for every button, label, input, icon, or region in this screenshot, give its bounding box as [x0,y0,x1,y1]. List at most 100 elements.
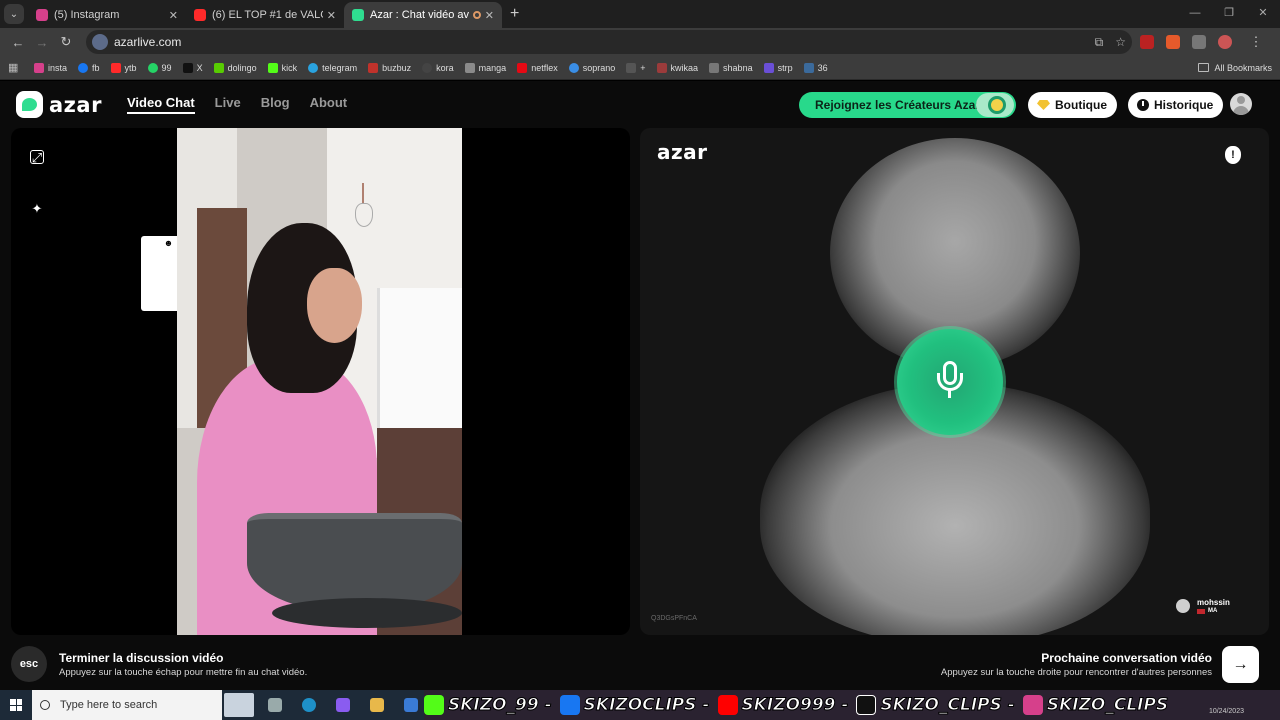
peer-country: MA [1197,608,1230,614]
join-creators-button[interactable]: Rejoignez les Créateurs Azar [799,92,1016,118]
taskbar-search[interactable]: Type here to search [32,690,254,720]
search-icon [40,700,50,710]
install-app-icon[interactable]: ⧉ [1095,35,1104,50]
logo-text: azar [49,92,102,117]
bookmark-item[interactable]: shabna [709,62,753,73]
address-bar[interactable]: azarlive.com ⧉ ☆ [86,30,1132,54]
bookmark-favicon-icon [267,62,278,73]
bookmark-item[interactable]: ytb [110,62,137,73]
bookmark-item[interactable]: netflex [517,62,558,73]
bookmark-item[interactable]: soprano [568,62,615,73]
edge-icon[interactable] [302,698,316,712]
bookmark-favicon-icon [78,62,89,73]
expand-icon[interactable]: ⤢ [30,150,44,165]
close-tab-icon[interactable]: ✕ [169,9,178,22]
extension-icon[interactable] [1140,35,1154,49]
tab-instagram[interactable]: (5) Instagram ✕ [28,2,186,28]
close-tab-icon[interactable]: ✕ [327,9,336,22]
nav-video-chat[interactable]: Video Chat [127,95,195,114]
bookmark-favicon-icon [803,62,814,73]
creators-badge-icon [976,93,1014,117]
close-tab-icon[interactable]: ✕ [485,9,494,22]
url-text: azarlive.com [114,35,182,49]
reload-button[interactable]: ↻ [54,34,78,50]
search-highlight-image [224,693,254,717]
esc-key-button[interactable]: esc [11,646,47,682]
kick-icon [424,695,444,715]
bookmark-item[interactable]: telegram [308,62,357,73]
report-icon[interactable]: ! [1225,146,1241,164]
facebook-icon [559,695,580,715]
shop-button[interactable]: Boutique [1028,92,1117,118]
nav-about[interactable]: About [310,95,348,114]
task-view-icon[interactable] [268,698,282,712]
bookmark-item[interactable]: buzbuz [368,62,411,73]
instagram-icon [1022,695,1043,715]
new-tab-button[interactable]: + [510,5,519,23]
shop-label: Boutique [1055,98,1107,112]
file-explorer-icon[interactable] [370,698,384,712]
bookmark-favicon-icon [464,62,475,73]
nav-live[interactable]: Live [215,95,241,114]
store-icon[interactable] [404,698,418,712]
end-chat-hint: Appuyez sur la touche échap pour mettre … [59,667,308,678]
bookmark-item[interactable]: manga [464,62,506,73]
user-avatar[interactable] [1230,93,1252,115]
instagram-handle: SKIZO_CLIPS [1022,695,1169,716]
bookmark-item[interactable]: kick [267,62,297,73]
history-button[interactable]: Historique [1128,92,1224,118]
copilot-icon[interactable] [336,698,350,712]
bookmark-item[interactable]: kwikaa [656,62,698,73]
back-button[interactable]: ← [6,35,30,50]
tab-title: (6) EL TOP #1 de VALORANT in [212,9,323,21]
tiktok-handle: SKIZO_CLIPS - [856,695,1015,716]
puzzle-icon[interactable] [1192,35,1206,49]
nav-blog[interactable]: Blog [261,95,290,114]
extension-icon[interactable] [1166,35,1180,49]
azar-logo[interactable]: azar [16,91,102,118]
bookmarks-bar: ▦ insta fb ytb 99 X dolingo kick telegra… [0,56,1280,80]
menu-icon[interactable]: ⋮ [1244,34,1268,50]
apps-grid-icon[interactable]: ▦ [8,62,20,74]
restore-button[interactable]: ❐ [1212,0,1246,26]
all-bookmarks-button[interactable]: All Bookmarks [1198,63,1272,73]
bookmark-item[interactable]: fb [78,62,100,73]
bookmark-item[interactable]: 99 [147,62,172,73]
close-window-button[interactable]: ✕ [1246,0,1280,26]
sparkle-effects-icon[interactable]: ✦ [30,202,44,216]
bookmark-favicon-icon [626,62,637,73]
peer-info[interactable]: mohssin MA [1176,598,1230,614]
site-info-icon[interactable] [92,34,108,50]
bookmark-item[interactable]: kora [422,62,454,73]
bookmark-item[interactable]: X [182,62,203,73]
bookmark-item[interactable]: dolingo [213,62,257,73]
facebook-handle: SKIZOCLIPS - [559,695,710,716]
bookmark-item[interactable]: insta [34,62,67,73]
bookmark-star-icon[interactable]: ☆ [1115,35,1126,50]
forward-button[interactable]: → [30,35,54,50]
peer-name: mohssin [1197,598,1230,607]
tab-title: Azar : Chat vidéo avec de n [370,9,469,21]
windows-logo-icon [10,699,22,711]
tab-youtube[interactable]: (6) EL TOP #1 de VALORANT in ✕ [186,2,344,28]
bookmark-item[interactable]: strp [763,62,793,73]
next-chat-button[interactable]: → [1222,646,1259,683]
tab-strip: ⌄ (5) Instagram ✕ (6) EL TOP #1 de VALOR… [0,0,1280,28]
profile-icon[interactable] [1218,35,1232,49]
bookmark-item[interactable]: 36 [803,62,828,73]
peer-video-panel: azar ! Q3DGsPFnCA mohssin MA [640,128,1269,635]
azar-watermark: azar [657,140,708,164]
bookmark-item[interactable]: + [626,62,646,73]
start-button[interactable] [0,690,32,720]
azar-icon [352,9,364,21]
tab-azar[interactable]: Azar : Chat vidéo avec de n ✕ [344,2,502,28]
microphone-icon [897,329,1003,435]
bookmark-favicon-icon [368,62,379,73]
tab-search-button[interactable]: ⌄ [4,4,24,24]
minimize-button[interactable]: — [1178,0,1212,26]
my-camera-panel: ⤢ ✦ ☻ [11,128,630,635]
bookmark-favicon-icon [656,62,667,73]
youtube-icon [717,695,738,715]
bookmark-favicon-icon [213,62,224,73]
taskbar-date: 10/24/2023 [1208,708,1244,715]
